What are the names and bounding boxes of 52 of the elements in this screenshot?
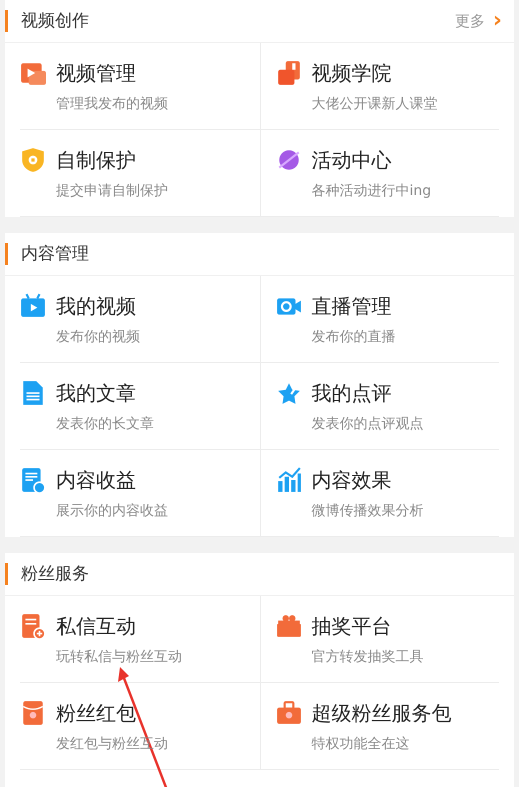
star-pen-icon: [276, 380, 302, 406]
menu-item[interactable]: 私信互动 玩转私信与粉丝互动: [20, 596, 260, 683]
menu-item[interactable]: 视频管理 管理我发布的视频: [20, 43, 260, 130]
menu-item[interactable]: 抽奖平台 官方转发抽奖工具: [260, 596, 499, 683]
item-subtitle: 官方转发抽奖工具: [312, 648, 424, 666]
shield-lock-icon: [20, 147, 46, 173]
item-title: 超级粉丝服务包: [312, 700, 452, 726]
envelope-icon: [20, 700, 46, 726]
item-title: 视频学院: [312, 60, 392, 86]
item-title: 我的点评: [312, 380, 392, 406]
item-subtitle: 微博传播效果分析: [312, 502, 424, 520]
section-title: 粉丝服务: [5, 563, 89, 585]
briefcase-icon: [276, 700, 302, 726]
section-title: 视频创作: [5, 10, 89, 32]
item-title: 粉丝红包: [56, 700, 137, 726]
book-icon: [276, 60, 302, 86]
menu-item[interactable]: 内容收益 展示你的内容收益: [20, 450, 260, 537]
item-subtitle: 发表你的长文章: [56, 414, 154, 432]
item-title: 我的文章: [56, 380, 137, 406]
menu-item[interactable]: 直播管理 发布你的直播: [260, 276, 499, 363]
item-title: 直播管理: [312, 292, 392, 320]
item-title: 自制保护: [56, 146, 137, 174]
item-subtitle: 发布你的直播: [312, 328, 396, 346]
item-subtitle: 发表你的点评观点: [312, 414, 424, 432]
menu-item[interactable]: 活动中心 各种活动进行中ing: [260, 130, 499, 217]
item-title: 私信互动: [56, 612, 137, 640]
menu-item[interactable]: 我的文章 发表你的长文章: [20, 363, 260, 450]
menu-item[interactable]: 内容效果 微博传播效果分析: [260, 450, 499, 537]
document-coin-icon: [20, 467, 46, 493]
item-subtitle: 管理我发布的视频: [56, 94, 168, 112]
gift-icon: [276, 613, 302, 639]
item-subtitle: 展示你的内容收益: [56, 502, 168, 520]
message-plus-icon: [20, 613, 46, 639]
item-title: 内容效果: [312, 466, 392, 494]
item-subtitle: 发布你的视频: [56, 328, 140, 346]
item-subtitle: 提交申请自制保护: [56, 182, 168, 200]
item-title: 活动中心: [312, 146, 392, 174]
item-title: 我的视频: [56, 292, 137, 320]
menu-item[interactable]: 我的视频 发布你的视频: [20, 276, 260, 363]
tv-icon: [20, 293, 46, 319]
item-subtitle: 各种活动进行中ing: [312, 182, 432, 200]
menu-item[interactable]: 我的点评 发表你的点评观点: [260, 363, 499, 450]
menu-item[interactable]: 视频学院 大佬公开课新人课堂: [260, 43, 499, 130]
menu-item[interactable]: 自制保护 提交申请自制保护: [20, 130, 260, 217]
section-title: 内容管理: [5, 243, 89, 265]
item-subtitle: 特权功能全在这: [312, 734, 410, 752]
item-title: 抽奖平台: [312, 612, 392, 640]
item-title: 视频管理: [56, 60, 137, 86]
bar-chart-icon: [276, 467, 302, 493]
item-subtitle: 大佬公开课新人课堂: [312, 94, 438, 112]
item-subtitle: 玩转私信与粉丝互动: [56, 648, 182, 666]
item-title: 内容收益: [56, 466, 137, 494]
